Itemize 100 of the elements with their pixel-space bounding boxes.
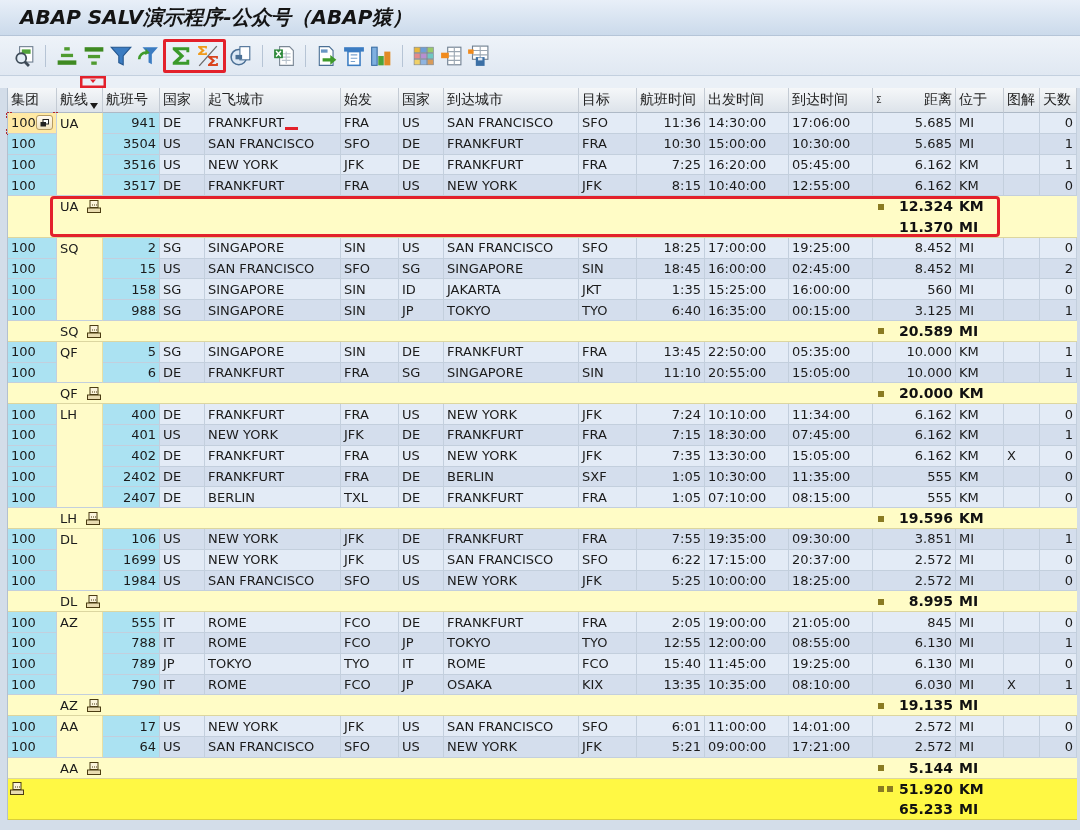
- table-cell: 6:01: [637, 716, 705, 737]
- table-cell: FRA: [341, 404, 399, 425]
- table-cell: SAN FRANCISCO: [205, 736, 341, 758]
- table-cell: 0: [1040, 570, 1077, 592]
- table-cell: 09:30:00: [789, 528, 873, 550]
- table-cell: IT: [399, 653, 444, 675]
- table-cell: US: [160, 258, 205, 280]
- table-cell: 0: [1040, 404, 1077, 425]
- table-cell: JP: [399, 300, 444, 321]
- table-cell: 6.162: [873, 445, 956, 467]
- table-cell: NEW YORK: [444, 570, 579, 592]
- table-cell: 8.452: [873, 237, 956, 259]
- table-cell: 19:25:00: [789, 653, 873, 675]
- table-cell: SINGAPORE: [444, 362, 579, 384]
- column-header[interactable]: 天数: [1040, 88, 1077, 113]
- column-header[interactable]: 集团: [8, 88, 57, 113]
- column-header[interactable]: 到达时间: [789, 88, 873, 113]
- table-cell: 3.851: [873, 528, 956, 550]
- table-cell: 7:35: [637, 445, 705, 467]
- column-header[interactable]: 到达城市: [444, 88, 579, 113]
- table-cell: SFO: [341, 570, 399, 592]
- table-cell: FRA: [341, 362, 399, 384]
- table-cell: FRA: [579, 154, 637, 176]
- table-cell: JFK: [579, 736, 637, 758]
- table-cell: KM: [956, 445, 1004, 467]
- unit-label: KM: [959, 509, 984, 529]
- table-cell: 6:40: [637, 300, 705, 321]
- column-header[interactable]: 国家: [399, 88, 444, 113]
- table-cell: 2.572: [873, 570, 956, 592]
- table-cell: 17:15:00: [705, 549, 789, 571]
- sum-marker-icon: [878, 515, 884, 522]
- table-cell: KIX: [579, 674, 637, 696]
- table-cell: 16:20:00: [705, 154, 789, 176]
- table-cell: 1984: [103, 570, 160, 592]
- column-header[interactable]: 目标: [579, 88, 637, 113]
- table-cell: FRA: [579, 424, 637, 446]
- table-cell: 0: [1040, 716, 1077, 737]
- table-cell: 100: [8, 653, 57, 675]
- toolbar-button[interactable]: [229, 43, 253, 68]
- table-cell: 1: [1040, 632, 1077, 654]
- tray-icon: [87, 324, 102, 338]
- table-cell: 158: [103, 279, 160, 301]
- subtotal-amount: 8.995: [908, 592, 953, 612]
- group-label: SQ: [60, 323, 79, 339]
- table-cell: OSAKA: [444, 674, 579, 696]
- table-cell: 106: [103, 528, 160, 550]
- table-cell: 14:01:00: [789, 716, 873, 737]
- column-header[interactable]: 起飞城市: [205, 88, 341, 113]
- table-cell: 18:25: [637, 237, 705, 259]
- column-header[interactable]: 出发时间: [705, 88, 789, 113]
- table-cell: 1:05: [637, 466, 705, 488]
- table-cell: DE: [160, 466, 205, 488]
- table-cell: 788: [103, 632, 160, 654]
- table-cell: FRA: [579, 487, 637, 509]
- table-cell: MI: [956, 279, 1004, 301]
- subtotal-amount: 11.370: [898, 218, 953, 237]
- table-cell: 15:25:00: [705, 279, 789, 301]
- table-cell: MI: [956, 736, 1004, 758]
- table-cell: NEW YORK: [205, 424, 341, 446]
- table-cell: 0: [1040, 445, 1077, 467]
- table-cell: 0: [1040, 237, 1077, 259]
- cell-detail-button[interactable]: [36, 115, 53, 131]
- table-cell: 6.130: [873, 632, 956, 654]
- table-cell: FRA: [579, 612, 637, 633]
- toolbar-button[interactable]: [12, 43, 36, 68]
- table-cell: 0: [1040, 466, 1077, 488]
- column-header[interactable]: 位于: [956, 88, 1004, 113]
- table-cell: 100: [8, 175, 57, 197]
- table-cell: 1: [1040, 133, 1077, 155]
- table-cell: ID: [399, 279, 444, 301]
- toolbar-button[interactable]: [272, 43, 296, 68]
- table-cell: 6.030: [873, 674, 956, 696]
- subtotal-amount: 5.144: [908, 758, 953, 778]
- sum-marker-icon: [878, 328, 884, 335]
- table-cell: 13:35: [637, 674, 705, 696]
- table-cell: 100: [8, 154, 57, 176]
- column-header[interactable]: 图解: [1004, 88, 1040, 113]
- table-cell: 20:55:00: [705, 362, 789, 384]
- table-cell: 12:00:00: [705, 632, 789, 654]
- toolbar-button[interactable]: [466, 43, 490, 68]
- column-header[interactable]: 国家: [160, 88, 205, 113]
- column-header[interactable]: Σ 距离: [873, 88, 956, 113]
- table-cell: 0: [1040, 279, 1077, 301]
- table-cell: US: [399, 445, 444, 467]
- column-header[interactable]: 航班时间: [637, 88, 705, 113]
- tray-icon: [86, 699, 101, 713]
- toolbar-button[interactable]: [196, 43, 220, 68]
- table-cell: FCO: [341, 674, 399, 696]
- table-cell: 08:15:00: [789, 487, 873, 509]
- column-header[interactable]: 始发: [341, 88, 399, 113]
- column-header[interactable]: 航班号: [103, 88, 160, 113]
- table-cell: TYO: [579, 632, 637, 654]
- table-cell: SAN FRANCISCO: [205, 258, 341, 280]
- table-cell: 02:45:00: [789, 258, 873, 280]
- table-cell: NEW YORK: [205, 528, 341, 550]
- subtotal-amount: 12.324: [898, 197, 953, 217]
- subtotal-amount: 20.000: [898, 384, 953, 404]
- table-cell: [1004, 258, 1040, 280]
- table-cell: 17:00:00: [705, 237, 789, 259]
- table-cell: 8.452: [873, 258, 956, 280]
